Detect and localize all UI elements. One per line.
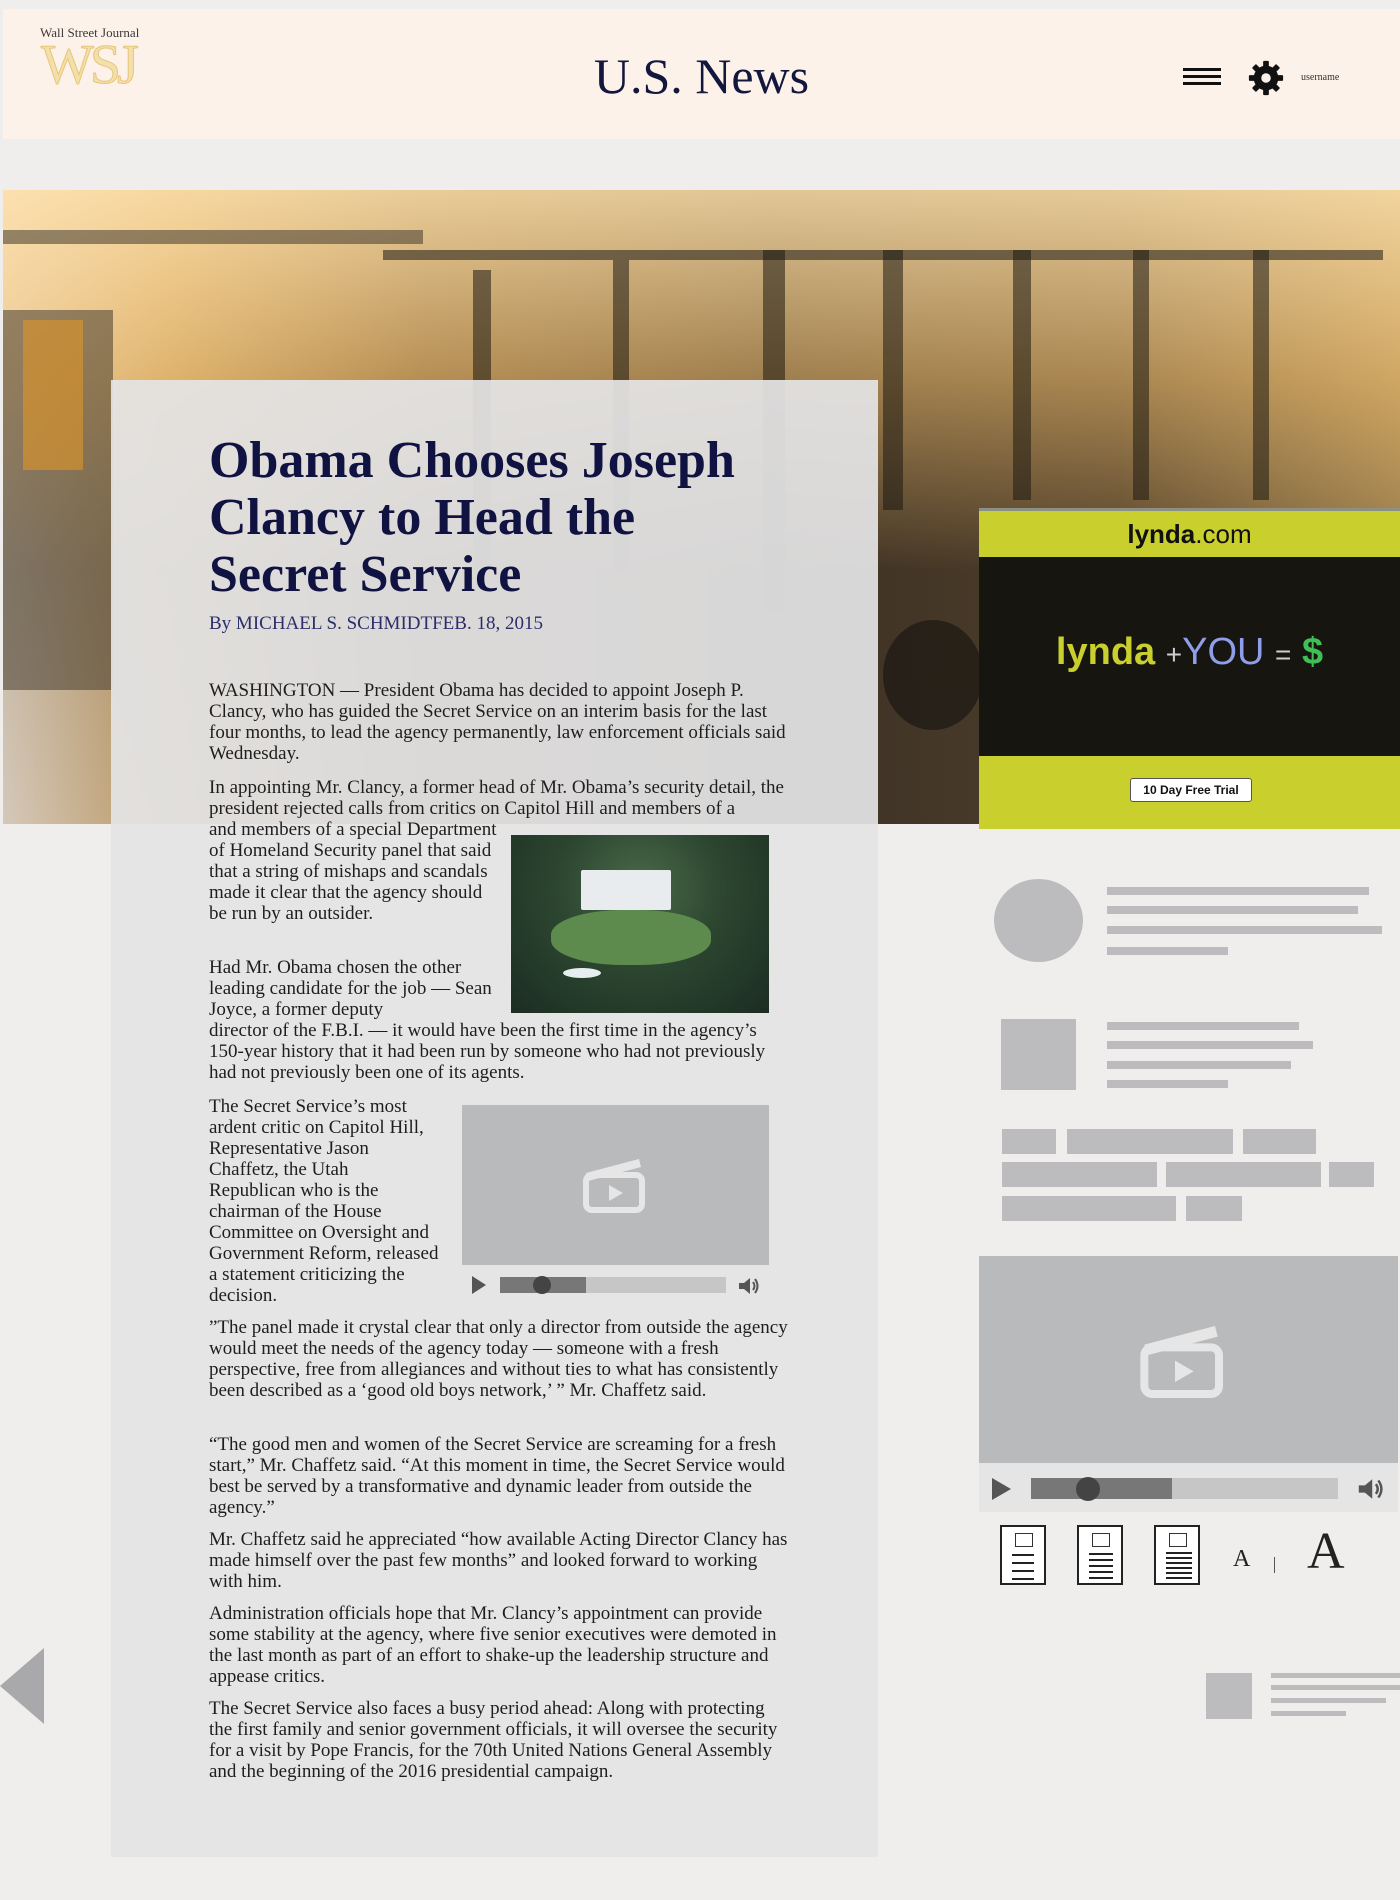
article-paragraph: In appointing Mr. Clancy, a former head … (209, 777, 784, 819)
lynda-ad[interactable]: lynda.com lynda +YOU = $ 10 Day Free Tri… (979, 508, 1400, 829)
ad-slogan: lynda +YOU = $ (979, 631, 1400, 674)
tag-placeholder (1243, 1129, 1316, 1154)
tag-placeholder (1002, 1196, 1176, 1221)
play-icon[interactable] (992, 1478, 1011, 1500)
volume-icon[interactable] (1357, 1478, 1385, 1500)
video-progress[interactable] (500, 1276, 726, 1294)
article-paragraph-continued: and members of a special Department of H… (209, 819, 497, 923)
article-paragraph: ”The panel made it crystal clear that on… (209, 1317, 788, 1401)
article-headline: Obama Chooses Joseph Clancy to Head the … (209, 432, 735, 603)
free-trial-button[interactable]: 10 Day Free Trial (1130, 778, 1252, 802)
tag-placeholder (1002, 1129, 1056, 1154)
username-link[interactable]: username (1301, 72, 1339, 83)
avatar-placeholder (994, 879, 1083, 962)
text-placeholder (1107, 1041, 1313, 1049)
font-size-increase-button[interactable]: A (1307, 1522, 1345, 1581)
text-placeholder (1107, 1080, 1228, 1088)
document-icon-medium-text[interactable] (1077, 1525, 1123, 1585)
font-size-decrease-button[interactable]: A (1233, 1546, 1250, 1573)
play-icon[interactable] (472, 1276, 486, 1294)
text-placeholder (1107, 926, 1382, 934)
ad-slogan-you: YOU (1182, 631, 1265, 673)
menu-icon[interactable] (1183, 68, 1221, 86)
article-paragraph: Mr. Chaffetz said he appreciated “how av… (209, 1529, 788, 1592)
ad-brand-bar: lynda.com (979, 511, 1400, 557)
white-house-photo[interactable] (511, 835, 769, 1013)
font-size-divider (1274, 1557, 1275, 1573)
gear-icon[interactable] (1247, 59, 1285, 97)
text-placeholder (1271, 1711, 1346, 1716)
video-progress[interactable] (1031, 1477, 1338, 1501)
clapperboard-icon (583, 1159, 645, 1213)
tag-placeholder (1002, 1162, 1157, 1187)
text-placeholder (1107, 1022, 1299, 1030)
article-card: Obama Chooses Joseph Clancy to Head the … (111, 380, 878, 1857)
text-placeholder (1107, 887, 1369, 895)
article-paragraph: WASHINGTON — President Obama has decided… (209, 680, 786, 764)
tag-placeholder (1329, 1162, 1374, 1187)
article-paragraph: “The good men and women of the Secret Se… (209, 1434, 785, 1518)
top-header: Wall Street Journal WSJ U.S. News userna… (3, 9, 1400, 139)
ad-slogan-plus: + (1165, 639, 1183, 670)
ad-slogan-equals: = (1275, 639, 1292, 670)
article-paragraph-continued: had not previously been one of its agent… (209, 1062, 525, 1083)
sidebar-video-player[interactable] (979, 1256, 1398, 1512)
tag-placeholder (1166, 1162, 1321, 1187)
article-byline: By MICHAEL S. SCHMIDTFEB. 18, 2015 (209, 613, 543, 634)
document-icon-small-text[interactable] (1000, 1525, 1046, 1585)
clapperboard-icon (1140, 1326, 1223, 1398)
text-placeholder (1107, 1061, 1291, 1069)
related-thumbnail-placeholder (1206, 1673, 1252, 1719)
article-paragraph-continued: director of the F.B.I. — it would have b… (209, 1020, 766, 1062)
article-paragraph: The Secret Service’s most ardent critic … (209, 1096, 439, 1306)
document-icon-large-text[interactable] (1154, 1525, 1200, 1585)
text-placeholder (1271, 1673, 1400, 1678)
inline-video-player[interactable] (462, 1105, 769, 1305)
article-paragraph: Administration officials hope that Mr. C… (209, 1603, 777, 1687)
text-placeholder (1271, 1698, 1386, 1703)
ad-slogan-dollar: $ (1301, 631, 1324, 673)
text-placeholder (1107, 906, 1358, 914)
tag-placeholder (1067, 1129, 1233, 1154)
ad-brand-domain: .com (1195, 519, 1252, 549)
text-placeholder (1107, 947, 1228, 955)
ad-brand-name: lynda (1127, 519, 1196, 549)
article-paragraph: The Secret Service also faces a busy per… (209, 1698, 778, 1782)
volume-icon[interactable] (738, 1277, 760, 1295)
article-paragraph: Had Mr. Obama chosen the other leading c… (209, 957, 492, 1020)
text-placeholder (1271, 1685, 1400, 1690)
thumbnail-placeholder (1001, 1019, 1076, 1090)
tag-placeholder (1186, 1196, 1242, 1221)
ad-slogan-brand: lynda (1055, 631, 1156, 673)
ad-cta-bar: 10 Day Free Trial (979, 756, 1400, 829)
prev-arrow-icon[interactable] (0, 1648, 44, 1724)
